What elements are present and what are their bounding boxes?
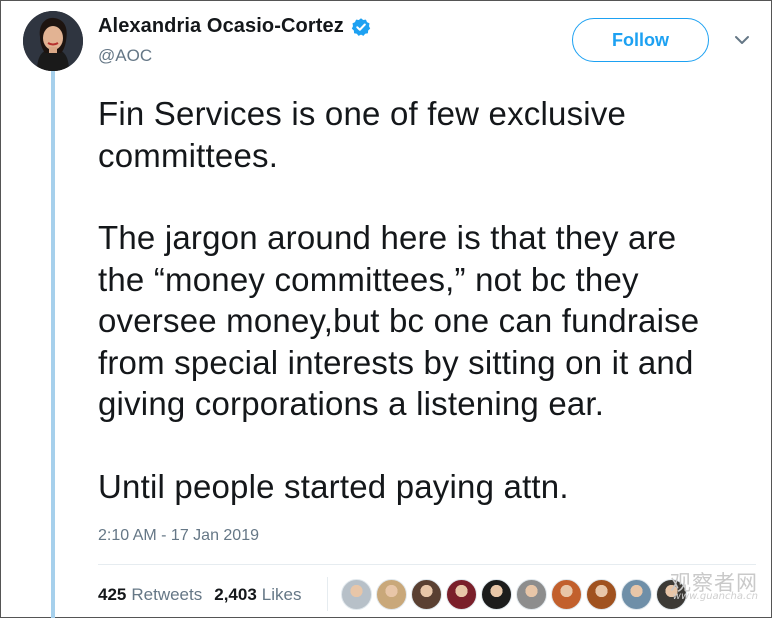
liker-avatar[interactable] [586,579,617,610]
liker-avatar[interactable] [341,579,372,610]
chevron-down-icon[interactable] [733,31,751,49]
retweets-stat[interactable]: 425 Retweets [98,585,202,605]
likes-stat[interactable]: 2,403 Likes [214,585,301,605]
verified-badge-icon [351,17,371,37]
follow-button[interactable]: Follow [572,18,709,62]
tweet-timestamp[interactable]: 2:10 AM - 17 Jan 2019 [98,527,259,545]
stats-separator [327,577,328,611]
liker-avatars [341,579,691,610]
thread-line [51,71,55,618]
tweet-card: Alexandria Ocasio-Cortez @AOC Follow Fin… [0,0,772,618]
tweet-paragraph: The jargon around here is that they are … [98,219,700,422]
liker-avatar[interactable] [621,579,652,610]
author-handle[interactable]: @AOC [98,46,152,66]
tweet-stats: 425 Retweets 2,403 Likes [98,585,313,605]
retweets-label: Retweets [131,585,203,604]
divider [98,564,756,565]
tweet-paragraph: Fin Services is one of few exclusive com… [98,95,627,174]
likes-label: Likes [261,585,302,604]
watermark: 观察者网 www.guancha.cn [666,567,766,611]
avatar[interactable] [23,11,83,71]
author-name-row[interactable]: Alexandria Ocasio-Cortez [98,15,371,38]
liker-avatar[interactable] [551,579,582,610]
liker-avatar[interactable] [481,579,512,610]
liker-avatar[interactable] [411,579,442,610]
author-display-name[interactable]: Alexandria Ocasio-Cortez [98,15,344,38]
likes-count: 2,403 [214,585,257,604]
tweet-text: Fin Services is one of few exclusive com… [98,93,768,507]
liker-avatar[interactable] [446,579,477,610]
watermark-url: www.guancha.cn [672,591,758,602]
retweets-count: 425 [98,585,127,604]
liker-avatar[interactable] [376,579,407,610]
tweet-paragraph: Until people started paying attn. [98,467,569,505]
liker-avatar[interactable] [516,579,547,610]
